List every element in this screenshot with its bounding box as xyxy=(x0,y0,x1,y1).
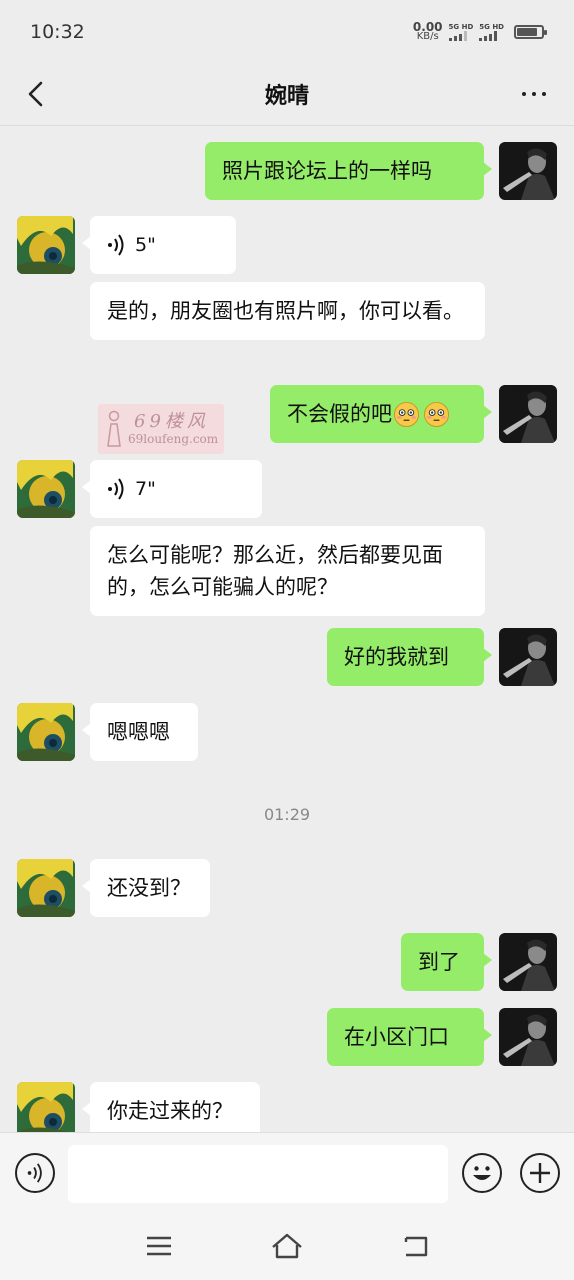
my-avatar[interactable] xyxy=(499,1008,557,1066)
status-time: 10:32 xyxy=(30,21,85,43)
network-speed: 0.00 KB/s xyxy=(412,20,443,42)
status-indicators: 0.00 KB/s 5G HD 5G HD xyxy=(412,20,547,42)
message-bubble[interactable]: 是的，朋友圈也有照片啊，你可以看。 xyxy=(90,282,485,340)
chat-header: 婉晴 xyxy=(0,64,574,126)
battery-icon xyxy=(514,25,547,39)
avatar-image xyxy=(499,142,557,200)
contact-avatar[interactable] xyxy=(17,859,75,917)
my-avatar[interactable] xyxy=(499,385,557,443)
message-bubble[interactable]: 在小区门口 xyxy=(327,1008,492,1066)
avatar-image xyxy=(17,216,75,274)
voice-message[interactable]: 7" xyxy=(82,460,262,518)
message-bubble[interactable]: 你走过来的？ xyxy=(82,1082,260,1132)
back-nav-icon xyxy=(404,1236,428,1257)
voice-duration: 5" xyxy=(135,234,156,256)
nav-home-button[interactable] xyxy=(267,1228,307,1264)
message-bubble[interactable]: 嗯嗯嗯 xyxy=(82,703,198,761)
nav-back-button[interactable] xyxy=(396,1228,436,1264)
message-bubble[interactable]: 好的我就到 xyxy=(327,628,492,686)
my-avatar[interactable] xyxy=(499,628,557,686)
my-avatar[interactable] xyxy=(499,933,557,991)
chat-title: 婉晴 xyxy=(264,84,309,109)
emoji-smile-icon xyxy=(473,1166,491,1180)
voice-wave-icon xyxy=(108,478,124,500)
flushed-face-icon xyxy=(393,401,420,427)
message-bubble[interactable]: 还没到？ xyxy=(82,859,210,917)
menu-icon xyxy=(147,1236,171,1256)
message-list[interactable]: 照片跟论坛上的一样吗 5" 是的，朋友圈也有照片啊，你可以看。 不会假的吧 69… xyxy=(0,127,574,1132)
plus-icon xyxy=(530,1163,550,1183)
input-bar xyxy=(0,1132,574,1214)
contact-avatar[interactable] xyxy=(17,216,75,274)
contact-avatar[interactable] xyxy=(17,1082,75,1132)
voice-message[interactable]: 5" xyxy=(82,216,236,274)
message-bubble[interactable]: 不会假的吧 xyxy=(270,385,492,443)
voice-duration: 7" xyxy=(135,478,156,500)
signal-sim1-icon: 5G HD xyxy=(448,23,473,41)
watermark-logo: 69楼风 69loufeng.com xyxy=(98,404,224,454)
message-bubble[interactable]: 到了 xyxy=(401,933,492,991)
more-button[interactable] xyxy=(516,76,552,112)
voice-input-button[interactable] xyxy=(15,1153,55,1193)
flushed-face-icon xyxy=(423,401,450,427)
avatar-image xyxy=(499,385,557,443)
contact-avatar[interactable] xyxy=(17,460,75,518)
avatar-image xyxy=(499,628,557,686)
message-input[interactable] xyxy=(68,1145,448,1203)
signal-sim2-icon: 5G HD xyxy=(479,23,504,41)
system-nav-bar xyxy=(0,1214,574,1280)
voice-wave-icon xyxy=(27,1163,42,1183)
emoji-button[interactable] xyxy=(462,1153,502,1193)
timestamp-separator: 01:29 xyxy=(263,805,311,824)
status-bar: 10:32 0.00 KB/s 5G HD 5G HD xyxy=(0,0,574,64)
avatar-image xyxy=(17,460,75,518)
message-bubble[interactable]: 照片跟论坛上的一样吗 xyxy=(205,142,492,200)
home-icon xyxy=(272,1233,302,1259)
avatar-image xyxy=(17,1082,75,1132)
more-dots-icon xyxy=(522,92,526,96)
avatar-image xyxy=(17,703,75,761)
voice-wave-icon xyxy=(108,234,124,256)
contact-avatar[interactable] xyxy=(17,703,75,761)
avatar-image xyxy=(17,859,75,917)
my-avatar[interactable] xyxy=(499,142,557,200)
nav-menu-button[interactable] xyxy=(139,1228,179,1264)
avatar-image xyxy=(499,933,557,991)
more-actions-button[interactable] xyxy=(520,1153,560,1193)
message-bubble[interactable]: 怎么可能呢？那么近，然后都要见面的，怎么可能骗人的呢？ xyxy=(90,526,485,616)
avatar-image xyxy=(499,1008,557,1066)
